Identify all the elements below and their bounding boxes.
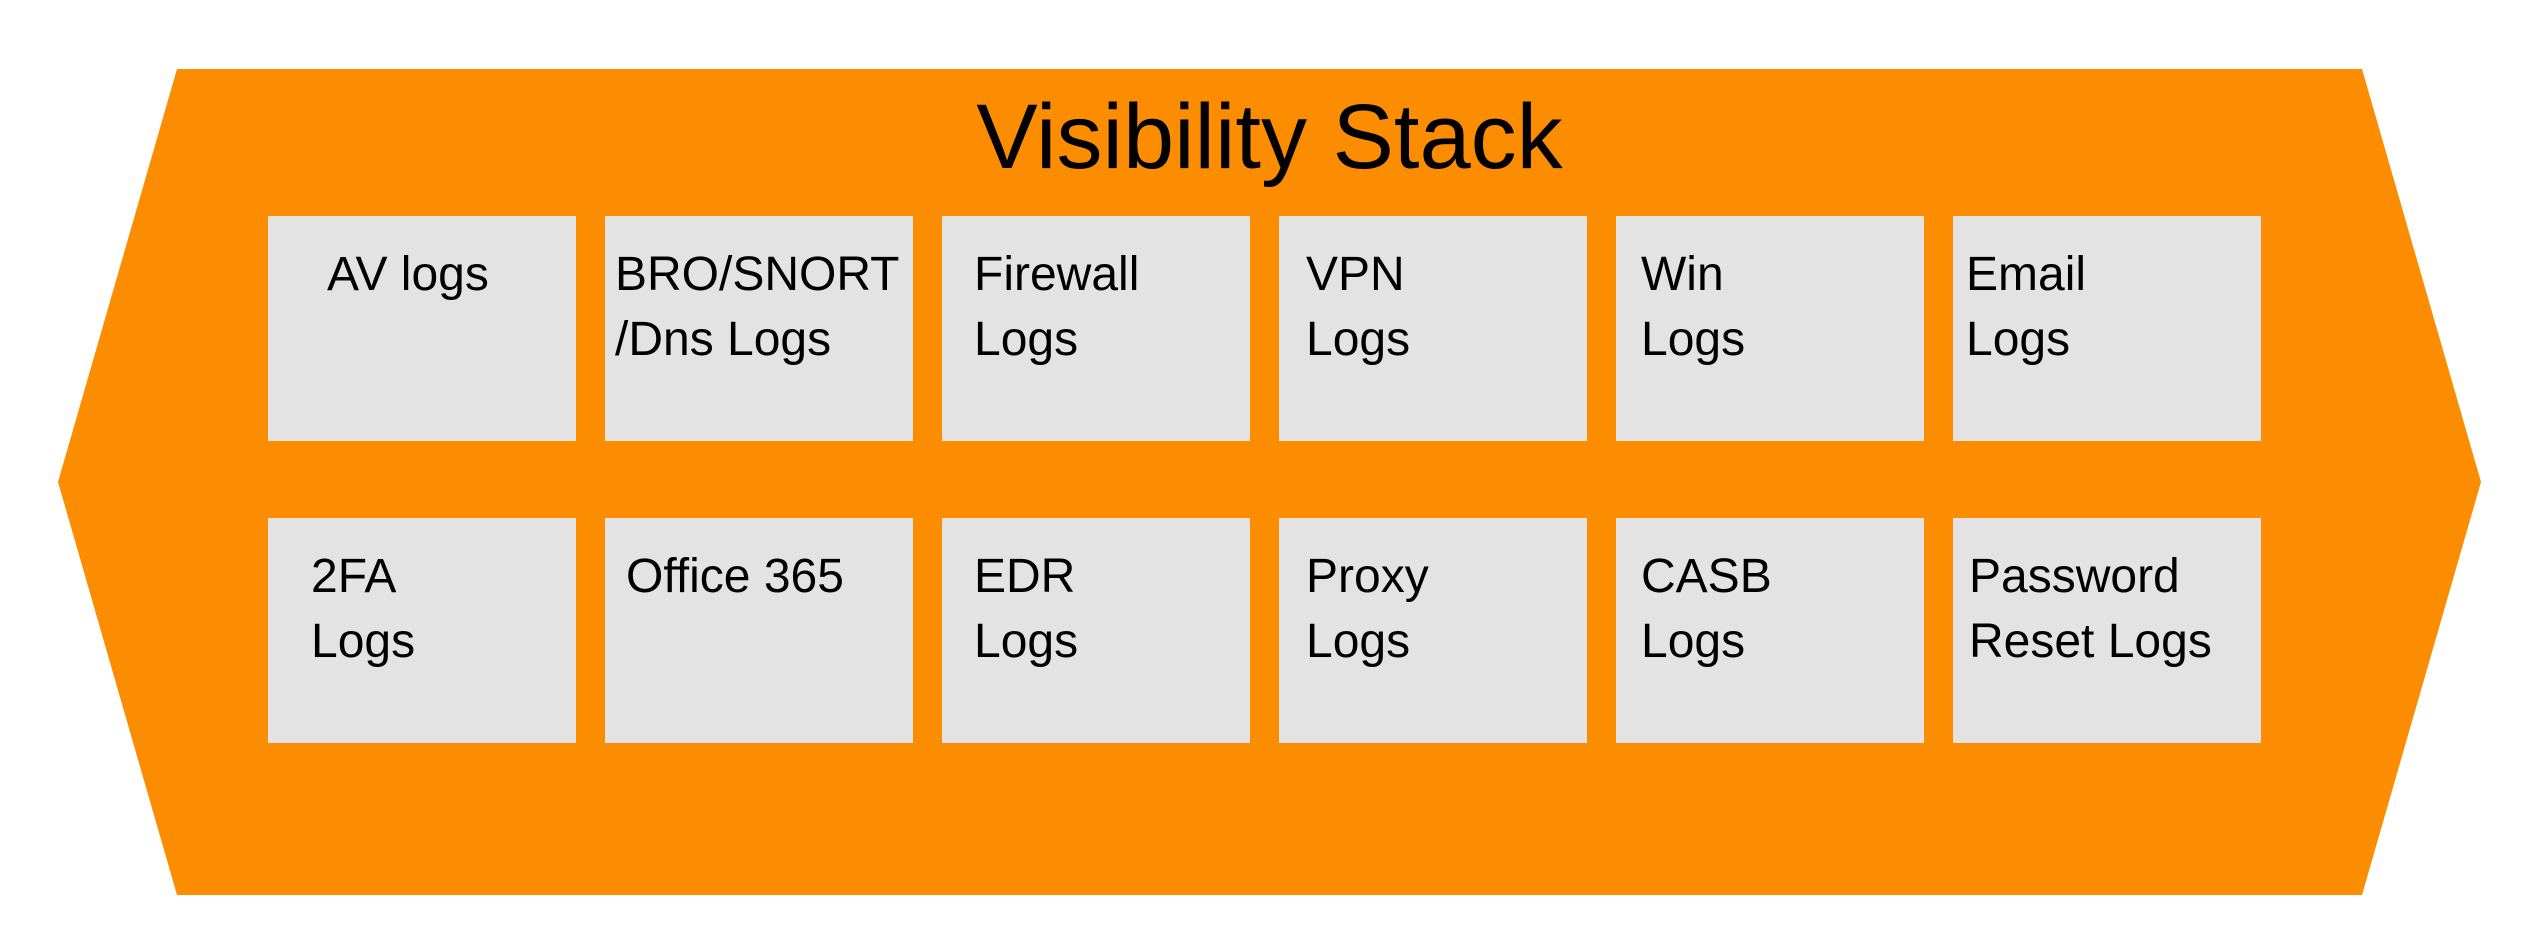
tile-email-logs: Email Logs (1953, 216, 2261, 441)
tile-password-reset-logs: Password Reset Logs (1953, 518, 2261, 743)
tile-label: VPN Logs (1306, 248, 1411, 366)
tile-firewall-logs: Firewall Logs (942, 216, 1250, 441)
tile-label: Win Logs (1641, 248, 1746, 366)
tile-label: AV logs (327, 248, 489, 301)
tile-label: CASB Logs (1641, 550, 1772, 668)
tile-2fa-logs: 2FA Logs (268, 518, 576, 743)
tile-vpn-logs: VPN Logs (1279, 216, 1587, 441)
tile-label: Password Reset Logs (1969, 550, 2212, 668)
tile-edr-logs: EDR Logs (942, 518, 1250, 743)
tile-label: Proxy Logs (1306, 550, 1429, 668)
tile-label: BRO/SNORT /Dns Logs (615, 248, 900, 366)
tile-label: EDR Logs (974, 550, 1079, 668)
tile-label: Office 365 (626, 550, 844, 603)
diagram-title: Visibility Stack (976, 86, 1563, 188)
tile-win-logs: Win Logs (1616, 216, 1924, 441)
hexagon-shape (58, 69, 2481, 895)
tile-bro-snort-dns-logs: BRO/SNORT /Dns Logs (605, 216, 913, 441)
tile-casb-logs: CASB Logs (1616, 518, 1924, 743)
tile-label: Email Logs (1966, 248, 2087, 366)
tile-label: 2FA Logs (311, 550, 416, 668)
tile-proxy-logs: Proxy Logs (1279, 518, 1587, 743)
tile-office-365: Office 365 (605, 518, 913, 743)
tile-av-logs: AV logs (268, 216, 576, 441)
tile-label: Firewall Logs (974, 248, 1140, 366)
